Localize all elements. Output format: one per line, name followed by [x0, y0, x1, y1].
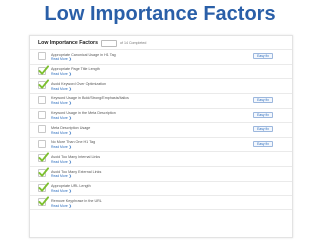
- easy-fix-button[interactable]: Easy fix: [253, 140, 273, 147]
- completed-count-box: [100, 39, 117, 47]
- factor-label: Meta Description Usage: [51, 125, 91, 130]
- factor-checkbox[interactable]: [38, 52, 46, 60]
- factor-list: Appropriate Canonical Usage in H1 Tag Rea…: [30, 49, 292, 211]
- read-more-link[interactable]: Read More ❯: [51, 174, 72, 178]
- factor-row: Appropriate Canonical Usage in H1 Tag Rea…: [30, 49, 292, 64]
- factor-row: Avoid Too Many Internal Links Read More ❯: [30, 151, 292, 166]
- factor-row: No More Than One H1 Tag Read More ❯ Easy f…: [30, 136, 292, 152]
- factor-row: Appropriate Page Title Length Read More ❯: [30, 63, 292, 79]
- factor-checkbox[interactable]: [38, 167, 49, 178]
- checkmark-icon: [38, 79, 49, 89]
- factor-checkbox[interactable]: [38, 79, 49, 90]
- factor-checkbox[interactable]: [38, 65, 49, 75]
- factor-label: Keyword Usage in Bold/Strong/Emphasis/It…: [51, 96, 129, 101]
- read-more-link[interactable]: Read More ❯: [51, 189, 72, 193]
- factor-label: Remove Keyphrase in the URL: [51, 198, 102, 203]
- panel-title: Low Importance Factors: [38, 40, 98, 46]
- read-more-link[interactable]: Read More ❯: [51, 145, 72, 149]
- read-more-link[interactable]: Read More ❯: [51, 204, 72, 208]
- easy-fix-button[interactable]: Easy fix: [253, 53, 273, 59]
- factor-label: Appropriate Page Title Length: [51, 67, 100, 72]
- factor-checkbox[interactable]: [38, 152, 49, 163]
- factor-row: Keyword Usage in Bold/Strong/Emphasis/It…: [30, 92, 292, 108]
- factor-row: Appropriate URL Length Read More ❯: [30, 180, 292, 196]
- factor-row: Meta Description Usage Read More ❯ Easy fi…: [30, 122, 292, 137]
- read-more-link[interactable]: Read More ❯: [51, 160, 72, 164]
- checkmark-icon: [38, 167, 49, 177]
- factor-checkbox[interactable]: [38, 196, 49, 207]
- factor-label: Avoid Keyword Over Optimization: [51, 81, 107, 86]
- checkmark-icon: [38, 65, 49, 75]
- read-more-link[interactable]: Read More ❯: [51, 101, 72, 105]
- factor-row: Remove Keyphrase in the URL Read More ❯: [30, 195, 292, 211]
- read-more-link[interactable]: Read More ❯: [51, 116, 72, 120]
- checkmark-icon: [38, 182, 49, 192]
- read-more-link[interactable]: Read More ❯: [51, 131, 72, 135]
- checkmark-icon: [38, 196, 49, 207]
- factor-label: Avoid Too Many Internal Links: [51, 154, 101, 159]
- easy-fix-button[interactable]: Easy fix: [253, 96, 273, 103]
- factor-label: Appropriate Canonical Usage in H1 Tag: [51, 52, 116, 57]
- read-more-link[interactable]: Read More ❯: [51, 87, 72, 91]
- easy-fix-button[interactable]: Easy fix: [253, 126, 273, 133]
- factor-checkbox[interactable]: [38, 139, 46, 148]
- factor-row: Keyword Usage in the Meta Description Rea…: [30, 107, 292, 123]
- read-more-link[interactable]: Read More ❯: [51, 57, 72, 61]
- panel-header: Low Importance Factors of 14 Completed: [38, 39, 146, 47]
- factor-checkbox[interactable]: [38, 110, 46, 119]
- factor-label: Appropriate URL Length: [51, 184, 91, 189]
- factor-label: Avoid Too Many External Links: [51, 169, 102, 174]
- checkmark-icon: [38, 152, 49, 163]
- factor-checkbox[interactable]: [38, 95, 46, 104]
- low-importance-panel: Low Importance Factors of 14 Completed A…: [29, 35, 293, 238]
- read-more-link[interactable]: Read More ❯: [51, 72, 72, 76]
- slide-title: Low Importance Factors: [44, 3, 276, 25]
- factor-row: Avoid Keyword Over Optimization Read More…: [30, 78, 292, 93]
- factor-row: Avoid Too Many External Links Read More ❯: [30, 166, 292, 181]
- factor-label: Keyword Usage in the Meta Description: [51, 111, 116, 116]
- factor-checkbox[interactable]: [38, 125, 46, 134]
- easy-fix-button[interactable]: Easy fix: [253, 111, 273, 118]
- factor-checkbox[interactable]: [38, 182, 49, 192]
- factor-label: No More Than One H1 Tag: [51, 140, 96, 145]
- completed-count-text: of 14 Completed: [119, 41, 147, 45]
